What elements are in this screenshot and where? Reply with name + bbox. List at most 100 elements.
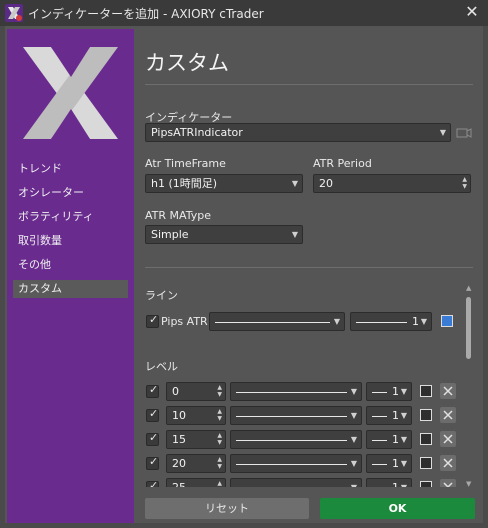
level-thickness-value: 1	[392, 385, 399, 398]
atr-matype-select[interactable]: Simple ▼	[145, 225, 303, 244]
chart-icon[interactable]	[455, 124, 473, 141]
chevron-down-icon: ▼	[420, 317, 427, 326]
line-style-sample	[236, 392, 347, 393]
level-checkbox[interactable]: ✓	[146, 455, 159, 470]
line-color-swatch[interactable]	[441, 315, 453, 327]
sidebar-item-volume[interactable]: 取引数量	[13, 232, 128, 250]
divider	[145, 84, 473, 85]
sidebar-item-custom[interactable]: カスタム	[13, 280, 128, 298]
level-value: 15	[172, 433, 186, 446]
spinner-arrows-icon[interactable]: ▲▼	[217, 480, 222, 487]
remove-level-icon[interactable]	[440, 455, 456, 471]
line-thickness-sample	[372, 440, 387, 441]
remove-level-icon[interactable]	[440, 383, 456, 399]
level-thickness-select[interactable]: 1▼	[366, 406, 412, 425]
spinner-arrows-icon[interactable]: ▲▼	[217, 432, 222, 446]
spinner-arrows-icon[interactable]: ▲▼	[217, 456, 222, 470]
level-value: 10	[172, 409, 186, 422]
axiory-logo	[23, 47, 118, 139]
settings-panel: カスタム インディケーター PipsATRIndicator ▼ Atr Tim…	[135, 29, 475, 523]
scroll-up-icon[interactable]: ▲	[466, 284, 471, 292]
chevron-down-icon: ▼	[350, 387, 357, 396]
spinner-arrows-icon[interactable]: ▲▼	[217, 384, 222, 398]
category-sidebar: トレンド オシレーター ボラティリティ 取引数量 その他 カスタム	[7, 29, 134, 523]
level-color-swatch[interactable]	[420, 409, 432, 421]
check-icon: ✓	[149, 407, 159, 420]
atr-matype-value: Simple	[151, 228, 189, 241]
level-style-select[interactable]: ▼	[230, 406, 362, 425]
chevron-down-icon: ▼	[291, 230, 298, 239]
line-style-sample	[236, 440, 347, 441]
atr-timeframe-select[interactable]: h1 (1時間足) ▼	[145, 174, 303, 193]
level-value-stepper[interactable]: 25▲▼	[166, 478, 226, 487]
spinner-arrows-icon[interactable]: ▲▼	[462, 176, 467, 190]
scrollbar-thumb[interactable]	[466, 297, 471, 359]
level-thickness-select[interactable]: 1▼	[366, 430, 412, 449]
line-style-sample	[236, 416, 347, 417]
check-icon: ✓	[149, 313, 159, 326]
level-thickness-select[interactable]: 1▼	[366, 478, 412, 487]
line-thickness-value: 1	[412, 315, 419, 328]
level-thickness-value: 1	[392, 479, 399, 487]
chevron-down-icon: ▼	[351, 479, 357, 487]
remove-level-icon[interactable]	[440, 431, 456, 447]
sidebar-item-label: カスタム	[18, 282, 62, 295]
level-color-swatch[interactable]	[420, 457, 432, 469]
title-bar: インディケーターを追加 - AXIORY cTrader ✕	[0, 0, 488, 26]
chevron-down-icon: ▼	[350, 411, 357, 420]
level-value-stepper[interactable]: 10 ▲ ▼	[166, 406, 226, 425]
levels-section-label: レベル	[145, 360, 178, 373]
sidebar-item-volatility[interactable]: ボラティリティ	[13, 208, 128, 226]
chevron-down-icon: ▼	[350, 435, 357, 444]
remove-level-icon[interactable]	[440, 407, 456, 423]
reset-button[interactable]: リセット	[145, 498, 309, 519]
check-icon: ✓	[149, 479, 159, 487]
page-title: カスタム	[145, 51, 229, 75]
level-thickness-value: 1	[392, 433, 399, 446]
atr-matype-label: ATR MAType	[145, 209, 211, 222]
line-style-sample	[236, 464, 347, 465]
chevron-down-icon: ▼	[401, 479, 407, 487]
line-thickness-sample	[372, 416, 387, 417]
level-value-stepper[interactable]: 20 ▲ ▼	[166, 454, 226, 473]
sidebar-item-label: オシレーター	[18, 186, 84, 199]
app-icon	[5, 4, 23, 22]
level-style-select[interactable]: ▼	[230, 454, 362, 473]
level-value-stepper[interactable]: 0 ▲ ▼	[166, 382, 226, 401]
line-thickness-select[interactable]: 1 ▼	[350, 312, 432, 331]
line-style-select[interactable]: ▼	[209, 312, 345, 331]
level-thickness-select[interactable]: 1▼	[366, 382, 412, 401]
sidebar-item-oscillator[interactable]: オシレーター	[13, 184, 128, 202]
scroll-down-icon[interactable]: ▼	[466, 480, 471, 488]
level-color-swatch[interactable]	[420, 433, 432, 445]
sidebar-item-trend[interactable]: トレンド	[13, 160, 128, 178]
chevron-down-icon: ▼	[400, 411, 407, 420]
chevron-down-icon: ▼	[333, 317, 340, 326]
level-style-select[interactable]: ▼	[230, 382, 362, 401]
level-color-swatch[interactable]	[420, 385, 432, 397]
sidebar-item-other[interactable]: その他	[13, 256, 128, 274]
line-thickness-sample	[372, 392, 387, 393]
level-checkbox[interactable]: ✓	[146, 431, 159, 446]
atr-period-stepper[interactable]: 20 ▲ ▼	[313, 174, 471, 193]
atr-period-value: 20	[319, 177, 333, 190]
spinner-arrows-icon[interactable]: ▲▼	[217, 408, 222, 422]
level-style-select[interactable]: ▼	[230, 430, 362, 449]
atr-timeframe-value: h1 (1時間足)	[151, 177, 218, 190]
chevron-down-icon: ▼	[400, 435, 407, 444]
close-icon[interactable]: ✕	[462, 2, 482, 22]
level-value-stepper[interactable]: 15 ▲ ▼	[166, 430, 226, 449]
chevron-down-icon: ▼	[400, 387, 407, 396]
level-thickness-select[interactable]: 1▼	[366, 454, 412, 473]
check-icon: ✓	[149, 431, 159, 444]
divider	[145, 267, 473, 268]
line-visible-checkbox[interactable]: ✓	[146, 313, 159, 328]
level-checkbox[interactable]: ✓	[146, 407, 159, 422]
line-thickness-sample	[372, 464, 387, 465]
indicator-select[interactable]: PipsATRIndicator ▼	[145, 123, 451, 142]
chevron-down-icon: ▼	[350, 459, 357, 468]
level-style-select[interactable]: ▼	[230, 478, 362, 487]
ok-button[interactable]: OK	[320, 498, 475, 519]
remove-level-icon[interactable]	[440, 479, 456, 487]
level-checkbox[interactable]: ✓	[146, 383, 159, 398]
